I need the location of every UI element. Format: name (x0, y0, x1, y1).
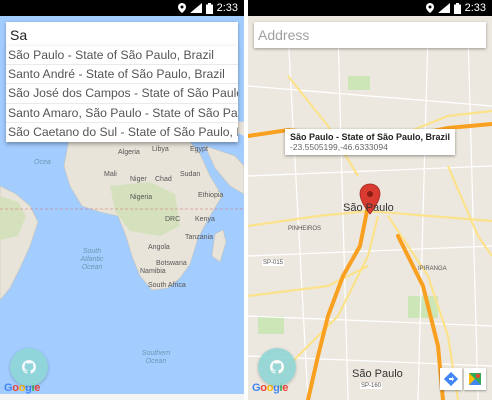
map-label-south-africa: South Africa (148, 282, 186, 289)
directions-icon (444, 372, 458, 386)
map-label-ipiranga: IPIRANGA (418, 266, 447, 272)
city-map[interactable]: São Paulo PINHEIROS IPIRANGA SP-015 SP-1… (248, 16, 492, 400)
status-bar: 2:33 (248, 0, 492, 16)
github-icon (22, 360, 36, 374)
right-screen: 2:33 São Paulo PINHEIROS IPIRANGA SP-015… (248, 0, 492, 400)
map-label-namibia: Namibia (140, 268, 166, 275)
map-label-drc: DRC (165, 216, 181, 223)
map-label-mali: Mali (104, 171, 117, 178)
signal-icon (437, 3, 450, 13)
map-label-south-atlantic: South Atlantic Ocean (80, 248, 104, 271)
open-maps-button[interactable] (464, 368, 486, 390)
battery-icon (205, 2, 213, 14)
map-label-road-sp015: SP-015 (262, 260, 285, 266)
map-label-sudan: Sudan (180, 171, 201, 178)
map-label-chad: Chad (155, 176, 172, 183)
maps-icon (469, 373, 481, 385)
map-label-angola: Angola (148, 244, 170, 251)
suggestion-list: São Paulo - State of São Paulo, Brazil S… (6, 46, 238, 142)
map-label-city-bottom: São Paulo (352, 368, 403, 380)
map-label-road-sp160: SP-160 (360, 383, 383, 389)
github-fab-button[interactable] (10, 348, 48, 386)
battery-icon (453, 2, 461, 14)
search-box[interactable] (6, 22, 238, 48)
github-icon (270, 360, 284, 374)
map-label-egypt: Egypt (190, 146, 208, 153)
search-input[interactable] (10, 27, 238, 43)
status-time: 2:33 (216, 2, 238, 14)
map-label-niger: Niger (130, 176, 147, 183)
status-bar: 2:33 (0, 0, 244, 16)
location-icon (177, 3, 186, 13)
map-label-city: São Paulo (343, 202, 394, 214)
map-label-nigeria: Nigeria (130, 194, 153, 201)
map-label-ethiopia: Ethiopia (198, 192, 224, 199)
info-window-title: São Paulo - State of São Paulo, Brazil (290, 132, 451, 142)
map-label-kenya: Kenya (195, 216, 215, 223)
map-label-ocean: Ocea (34, 159, 51, 166)
signal-icon (189, 3, 202, 13)
map-label-tanzania: Tanzania (185, 234, 214, 241)
suggestion-item[interactable]: São Caetano do Sul - State of São Paulo,… (6, 123, 238, 142)
status-time: 2:33 (464, 2, 486, 14)
address-input[interactable] (258, 27, 486, 43)
map-toolbar (440, 368, 486, 390)
address-box[interactable] (254, 22, 486, 48)
left-screen: 2:33 Algeria Libya Egypt Mali Niger Chad… (0, 0, 244, 400)
suggestion-item[interactable]: São José dos Campos - State of São Paulo… (6, 84, 238, 104)
map-label-botswana: Botswana (156, 260, 187, 267)
map-label-libya: Libya (152, 146, 169, 153)
map-label-algeria: Algeria (118, 149, 140, 156)
suggestion-item[interactable]: Santo André - State of São Paulo, Brazil (6, 65, 238, 85)
location-icon (425, 3, 434, 13)
map-label-southern-ocean: Southern Ocean (141, 350, 171, 365)
github-fab-button[interactable] (258, 348, 296, 386)
info-window-coordinates: -23.5505199,-46.6333094 (290, 142, 388, 152)
suggestion-item[interactable]: Santo Amaro, São Paulo - State of São Pa… (6, 104, 238, 123)
map-label-pinheiros: PINHEIROS (288, 226, 322, 232)
marker-info-window[interactable]: São Paulo - State of São Paulo, Brazil -… (285, 129, 456, 155)
suggestion-item[interactable]: São Paulo - State of São Paulo, Brazil (6, 46, 238, 66)
directions-button[interactable] (440, 368, 462, 390)
